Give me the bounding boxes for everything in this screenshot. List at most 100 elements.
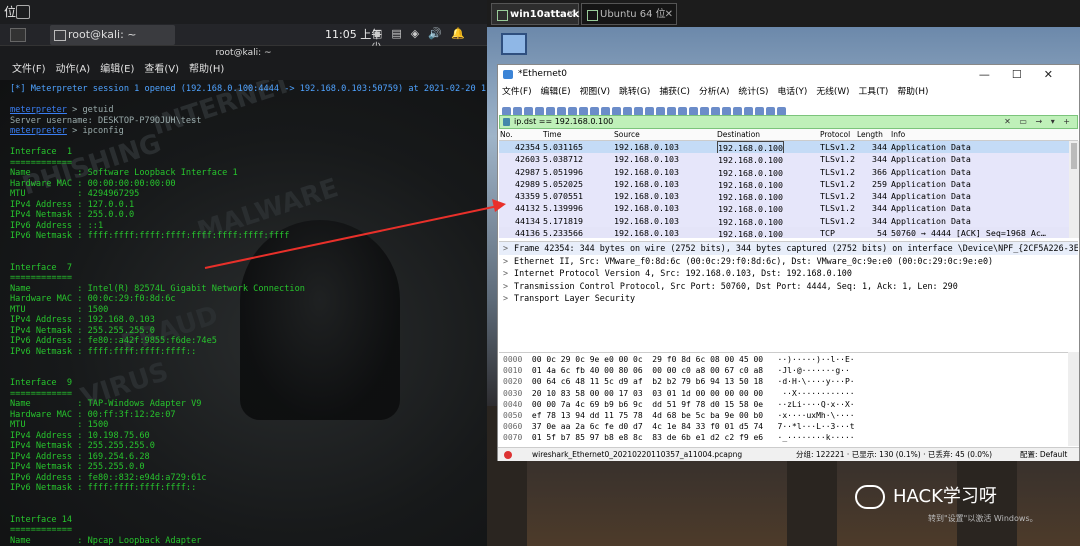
terminal-menu-item[interactable]: 编辑(E) [100,64,134,75]
packet-list[interactable]: 42354 5.031165 192.168.0.103 192.168.0.100 T… [499,141,1069,238]
filter-input[interactable]: ip.dst == 192.168.0.100 [514,117,613,126]
terminal-text: Name : TAP-Windows Adapter V9 [10,399,202,409]
column-header[interactable]: Time [543,129,561,141]
minimize-icon[interactable]: — [979,68,1012,81]
close-icon[interactable]: ✕ [1044,68,1075,81]
packet-row[interactable]: 44134 5.171819 192.168.0.103 192.168.0.100 T… [499,214,1069,228]
bytes-hex: 00 0c 29 0c 9e e0 00 0c 29 f0 8d 6c 08 0… [522,355,778,364]
menu-item[interactable]: 电话(Y) [777,87,807,97]
packet-row[interactable]: 42987 5.051996 192.168.0.103 192.168.0.100 T… [499,165,1069,178]
packet-cell: TLSv1.2 [820,154,855,165]
bytes-ascii: ·d·H·\····y···P· [777,377,855,387]
terminal-text: Name : Intel(R) 82574L Gigabit Network C… [10,283,305,294]
close-icon[interactable]: ✕ [665,4,673,26]
detail-row[interactable]: > Transmission Control Protocol, Src Port… [499,280,1078,293]
packet-cell: 192.168.0.103 [614,215,679,226]
terminal-text: Interface 14 [10,514,73,525]
column-header[interactable]: Source [614,129,640,141]
packet-row[interactable]: 44136 5.233566 192.168.0.103 192.168.0.100 T… [499,227,1069,238]
packet-list-scrollbar[interactable] [1069,141,1079,238]
display-filter-bar[interactable]: ip.dst == 192.168.0.100 ✕ ▭ → ▾ + [499,115,1078,129]
tab-ubuntu[interactable]: Ubuntu 64 位 ✕ [581,3,677,25]
column-header[interactable]: Length [857,129,887,141]
bytes-scrollbar[interactable] [1068,352,1079,446]
bytes-row[interactable]: 0030 20 10 83 58 00 00 17 03 03 01 1d 00… [503,388,1068,399]
packet-cell: TLSv1.2 [820,142,855,152]
packet-row[interactable]: 44132 5.139996 192.168.0.103 192.168.0.100 T… [499,202,1069,215]
menu-item[interactable]: 工具(T) [858,87,888,97]
column-header[interactable]: Protocol [820,129,850,141]
expand-arrow-icon[interactable]: > [503,268,508,278]
terminal-menu-item[interactable]: 文件(F) [12,64,46,75]
expand-arrow-icon[interactable]: > [503,293,508,303]
packet-cell: TLSv1.2 [820,203,855,214]
terminal-menu-item[interactable]: 动作(A) [56,64,91,75]
bytes-row[interactable]: 0010 01 4a 6c fb 40 00 80 06 00 00 c0 a8… [503,365,1068,376]
menu-item[interactable]: 视图(V) [580,87,610,97]
terminal-text: IPv6 Netmask : ffff:ffff:ffff:ffff:ffff:… [10,231,290,241]
terminal-text: MTU : 1500 [10,304,109,315]
terminal-line: Interface 14 [10,515,487,526]
terminal-text: ============ [10,525,73,535]
packet-row[interactable]: 42354 5.031165 192.168.0.103 192.168.0.100 T… [499,141,1069,156]
expand-arrow-icon[interactable]: > [503,256,508,266]
column-header[interactable]: Destination [717,129,760,141]
menu-item[interactable]: 分析(A) [699,87,729,97]
menu-item[interactable]: 文件(F) [502,87,532,97]
terminal-line: Name : Intel(R) 82574L Gigabit Network C… [10,284,487,295]
terminal-line: meterpreter > ipconfig [10,126,487,137]
column-header[interactable]: No. [500,129,540,141]
tab-win10attack[interactable]: win10attack ✕ [491,3,579,25]
activate-windows-watermark: 转到"设置"以激活 Windows。 [928,514,1038,523]
taskbar-terminal-button[interactable]: root@kali: ~ [50,25,175,45]
expand-arrow-icon[interactable]: > [503,281,508,291]
menu-item[interactable]: 跳转(G) [619,87,650,97]
terminal-text: IPv4 Netmask : 255.0.0.0 [10,210,135,220]
terminal-menu-item[interactable]: 查看(V) [144,64,179,75]
menu-item[interactable]: 帮助(H) [897,87,928,97]
terminal-menu-item[interactable]: 帮助(H) [189,64,224,75]
detail-row[interactable]: > Ethernet II, Src: VMware_f0:8d:6c (00:0… [499,255,1078,268]
bytes-row[interactable]: 0040 00 00 7a 4c 69 b9 b6 9c dd 51 9f 78… [503,399,1068,410]
camera-icon[interactable] [16,5,30,19]
terminal-body[interactable]: INTERNET PHISHING MALWARE FRAUD VIRUS [*… [0,80,487,546]
column-header[interactable]: Info [891,129,905,141]
bytes-row[interactable]: 0060 37 0e aa 2a 6c fe d0 d7 4c 1e 84 33… [503,421,1068,432]
terminal-line: IPv6 Netmask : ffff:ffff:ffff:ffff:: [10,483,487,494]
maximize-icon[interactable]: ☐ [1012,68,1044,81]
wechat-badge: HACK学习呀 [855,482,997,509]
bytes-row[interactable]: 0000 00 0c 29 0c 9e e0 00 0c 29 f0 8d 6c… [503,354,1068,365]
terminal-line: IPv6 Netmask : ffff:ffff:ffff:ffff:ffff:… [10,231,487,242]
filter-buttons[interactable]: ✕ ▭ → ▾ + [1004,116,1073,128]
bytes-row[interactable]: 0050 ef 78 13 94 dd 11 75 78 4d 68 be 5c… [503,410,1068,421]
packet-row[interactable]: 42989 5.052025 192.168.0.103 192.168.0.100 T… [499,177,1069,191]
packet-row[interactable]: 43359 5.070551 192.168.0.103 192.168.0.100 T… [499,190,1069,203]
window-controls[interactable]: —☐✕ [979,65,1075,84]
menu-item[interactable]: 捕获(C) [659,87,690,97]
desktop-computer-icon[interactable] [501,33,527,55]
detail-row[interactable]: > Internet Protocol Version 4, Src: 192.1… [499,267,1078,280]
menu-item[interactable]: 编辑(E) [541,87,571,97]
bytes-row[interactable]: 0070 01 5f b7 85 97 b8 e8 8c 83 de 6b e1… [503,432,1068,443]
packet-row[interactable]: 42603 5.038712 192.168.0.103 192.168.0.100 T… [499,153,1069,166]
packet-counts: 分组: 122221 · 已显示: 130 (0.1%) · 已丢弃: 45 (… [796,450,993,459]
packet-cell: 192.168.0.103 [614,228,679,238]
capture-status-icon[interactable] [504,451,512,459]
profile-label[interactable]: 配置: Default [1020,448,1067,462]
close-icon[interactable]: ✕ [567,4,575,26]
terminal-line: Name : Npcap Loopback Adapter [10,536,487,546]
packet-details[interactable]: > Frame 42354: 344 bytes on wire (2752 bi… [499,241,1078,352]
menu-item[interactable]: 统计(S) [738,87,768,97]
expand-arrow-icon[interactable]: > [503,243,508,253]
packet-bytes[interactable]: 0000 00 0c 29 0c 9e e0 00 0c 29 f0 8d 6c… [499,352,1068,446]
menu-item[interactable]: 无线(W) [816,87,849,97]
app-menu-icon[interactable] [10,28,26,42]
terminal-text: IPv4 Address : 127.0.0.1 [10,199,135,210]
detail-row[interactable]: > Frame 42354: 344 bytes on wire (2752 bi… [499,242,1078,255]
bytes-row[interactable]: 0020 00 64 c6 48 11 5c d9 af b2 b2 79 b6… [503,376,1068,387]
packet-cell: Application Data [891,215,971,226]
terminal-text: > ipconfig [66,126,124,136]
bookmark-icon[interactable] [503,118,510,126]
terminal-line [10,252,487,263]
detail-row[interactable]: > Transport Layer Security [499,292,1078,305]
